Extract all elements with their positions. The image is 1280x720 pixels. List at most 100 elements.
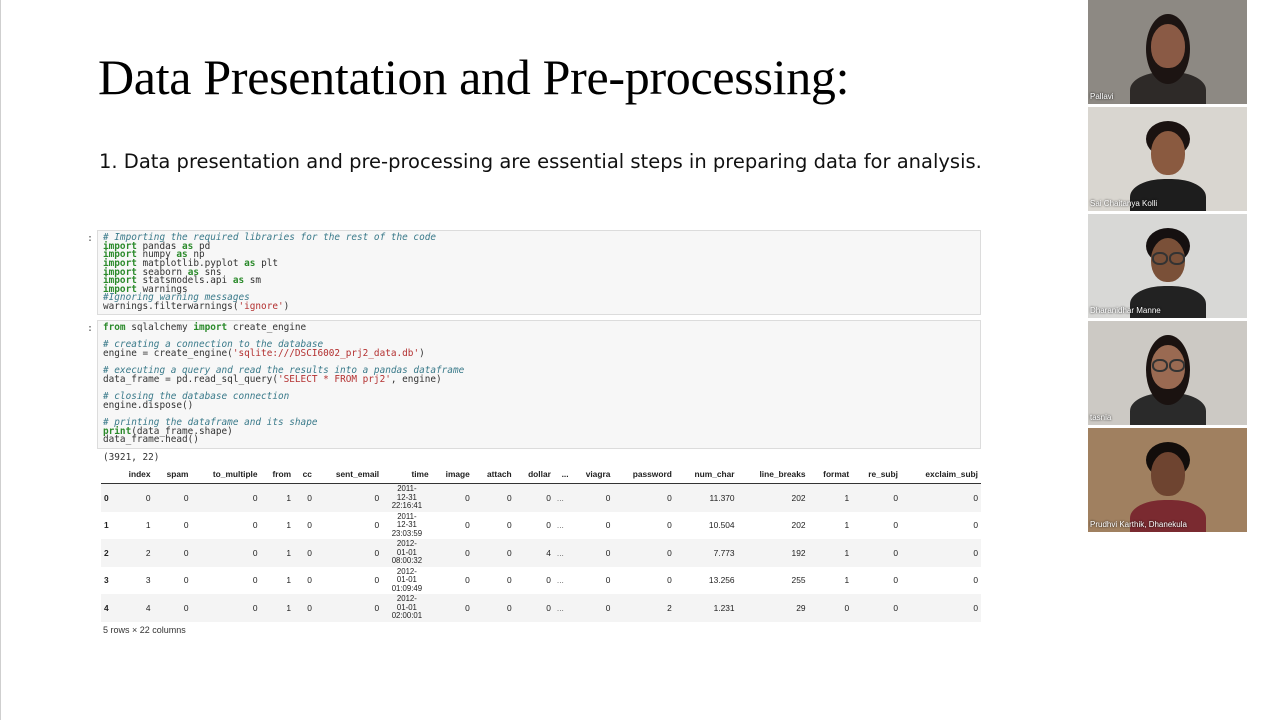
- table-cell: 0: [605, 547, 611, 558]
- table-cell: 2012- 01-01 02:00:01: [391, 594, 423, 620]
- table-cell: 0: [667, 492, 672, 503]
- table-cell: ...: [556, 492, 564, 503]
- table-cell: 0: [465, 575, 470, 586]
- presentation-slide: Data Presentation and Pre-processing: 1.…: [0, 0, 1085, 720]
- column-header: sent_email: [314, 465, 383, 484]
- table-cell: ...: [556, 547, 564, 558]
- code-line: from sqlalchemy import create_engine: [103, 322, 307, 333]
- participant-tile[interactable]: Pallavi: [1088, 0, 1247, 104]
- table-cell: 0: [605, 492, 611, 503]
- table-cell: 0: [546, 492, 551, 503]
- table-cell: ...: [556, 602, 564, 613]
- column-header: line_breaks: [737, 465, 809, 484]
- code-line: import statsmodels.api as sm: [103, 275, 262, 287]
- table-cell: 0: [252, 520, 258, 531]
- table-cell: 1.231: [713, 602, 735, 613]
- table-cell: 0: [252, 575, 258, 586]
- participant-face: [1151, 131, 1185, 175]
- table-cell: 1: [844, 492, 850, 503]
- column-header: dollar: [514, 465, 554, 484]
- slide-bullet: 1. Data presentation and pre-processing …: [99, 150, 982, 173]
- participant-name: Dharanidhar Manne: [1090, 306, 1161, 315]
- table-cell: 11.370: [709, 492, 735, 503]
- table-cell: 0: [374, 520, 380, 531]
- table-cell: 1: [286, 492, 292, 503]
- cell-prompt-2: :: [87, 323, 94, 334]
- table-cell: 0: [893, 547, 898, 558]
- table-cell: 1: [104, 520, 109, 531]
- table-cell: 0: [506, 575, 512, 586]
- table-cell: 4: [546, 547, 551, 558]
- code-line: import pandas as pd: [103, 240, 211, 252]
- table-cell: 202: [791, 492, 806, 503]
- table-cell: 1: [286, 547, 292, 558]
- table-cell: 0: [307, 520, 312, 531]
- shape-output: (3921, 22): [103, 452, 160, 463]
- table-cell: 0: [183, 492, 189, 503]
- table-cell: 0: [465, 602, 470, 613]
- table-cell: 192: [791, 547, 806, 558]
- table-cell: 0: [605, 602, 611, 613]
- table-cell: ...: [556, 520, 564, 531]
- table-cell: 1: [844, 547, 850, 558]
- table-cell: 0: [465, 520, 470, 531]
- participant-tile[interactable]: Dharanidhar Manne: [1088, 214, 1247, 318]
- participant-tile[interactable]: Prudhvi Karthik, Dhanekula: [1088, 428, 1247, 532]
- table-cell: 0: [183, 575, 189, 586]
- code-line: print(data_frame.shape): [103, 425, 233, 437]
- participant-face: [1151, 452, 1185, 496]
- table-cell: 2011- 12-31 23:03:59: [391, 511, 423, 538]
- column-header: password: [613, 465, 675, 484]
- table-cell: 13.256: [708, 575, 735, 586]
- dataframe-table: index spam to_multiple from cc sent_email time…: [101, 465, 981, 622]
- table-cell: 1: [286, 602, 292, 613]
- table-cell: 0: [893, 575, 898, 586]
- table-cell: 0: [307, 575, 312, 586]
- table-cell: 2: [145, 547, 151, 558]
- table-cell: 1: [844, 575, 850, 586]
- table-cell: 0: [307, 492, 312, 503]
- table-cell: 10.504: [708, 520, 735, 531]
- glasses-icon: [1169, 252, 1185, 265]
- code-cell-database: from sqlalchemy import create_engine # cr…: [97, 320, 981, 449]
- table-cell: 0: [546, 602, 551, 613]
- table-cell: 1: [844, 520, 850, 531]
- table-cell: 0: [104, 492, 109, 503]
- table-cell: 0: [307, 547, 312, 558]
- table-row: 2 2 0 0 1 0 0 2012- 01-01 08:00:32 0 0 4... 0 0 7.773 19…: [101, 539, 981, 567]
- code-line: import matplotlib.pyplot as plt: [103, 257, 278, 269]
- code-line: # closing the database connection: [103, 391, 290, 403]
- column-header: attach: [472, 465, 515, 484]
- table-cell: ...: [556, 575, 564, 586]
- column-header: cc: [294, 465, 315, 484]
- table-cell: 0: [893, 492, 898, 503]
- code-database: from sqlalchemy import create_engine # cr…: [103, 322, 975, 445]
- participant-tile[interactable]: tasnia: [1088, 321, 1247, 425]
- code-line: data_frame = pd.read_sql_query('SELECT *…: [103, 373, 442, 385]
- participant-tile[interactable]: Sai Chaitanya Kolli: [1088, 107, 1247, 211]
- glasses-icon: [1169, 359, 1185, 372]
- table-cell: 0: [506, 602, 512, 613]
- table-cell: 0: [465, 547, 470, 558]
- table-cell: 0: [844, 602, 850, 613]
- code-imports: # Importing the required libraries for t…: [103, 233, 975, 312]
- table-cell: 0: [893, 520, 898, 531]
- table-cell: 0: [546, 520, 551, 531]
- table-cell: 0: [307, 602, 312, 613]
- table-cell: 0: [667, 575, 672, 586]
- table-cell: 0: [893, 602, 898, 613]
- participant-name: Pallavi: [1090, 92, 1114, 101]
- table-cell: 0: [252, 547, 258, 558]
- column-header: index: [115, 465, 154, 484]
- code-line: engine.dispose(): [103, 399, 194, 411]
- table-cell: 0: [252, 492, 258, 503]
- table-cell: 2: [104, 547, 109, 558]
- participant-name: Prudhvi Karthik, Dhanekula: [1090, 520, 1187, 529]
- participant-name: Sai Chaitanya Kolli: [1090, 199, 1158, 208]
- table-cell: 0: [973, 520, 978, 531]
- table-cell: 202: [791, 520, 806, 531]
- table-cell: 0: [667, 547, 672, 558]
- code-line: # printing the dataframe and its shape: [103, 417, 318, 429]
- table-cell: 0: [465, 492, 470, 503]
- table-cell: 0: [374, 492, 380, 503]
